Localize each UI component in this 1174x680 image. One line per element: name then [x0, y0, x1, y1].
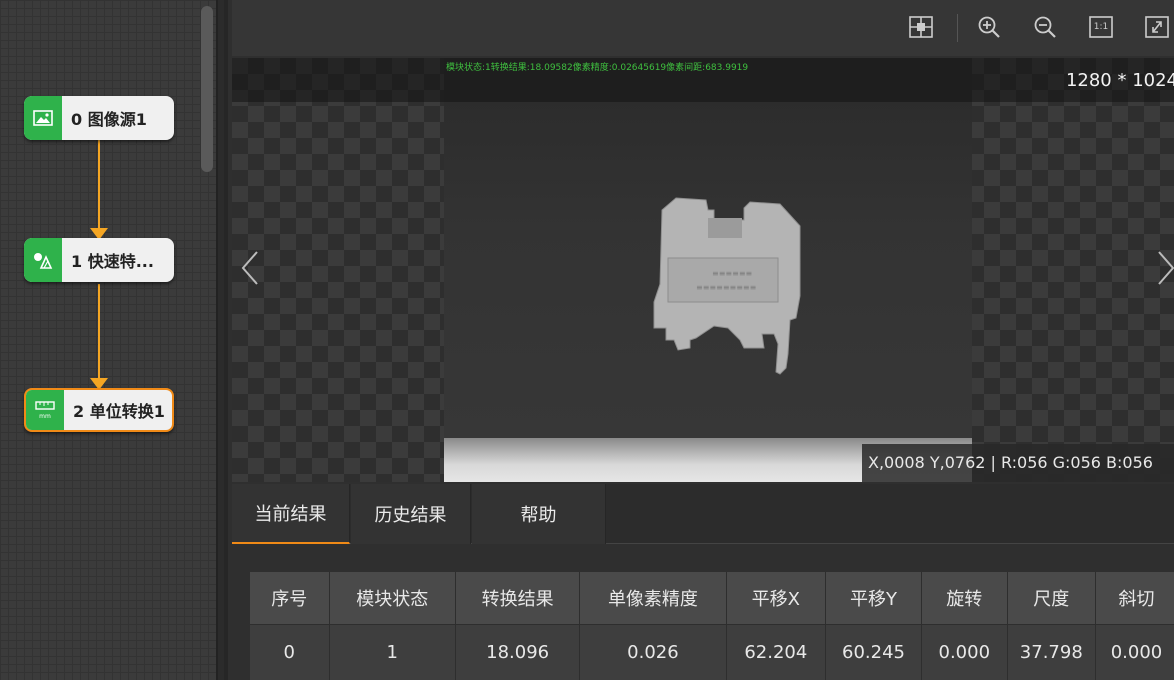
flow-connector: [98, 140, 100, 234]
overlay-status-text: 模块状态:1转换结果:18.09582像素精度:0.02645619像素间距:6…: [446, 63, 749, 73]
camera-image: ≡≡≡≡≡≡ ≡≡≡≡≡≡≡≡≡: [444, 58, 972, 482]
image-viewer[interactable]: ≡≡≡≡≡≡ ≡≡≡≡≡≡≡≡≡ 模块状态:1转换结果:18.09582像素精度…: [232, 58, 1174, 482]
image-source-icon: [24, 96, 62, 140]
column-header: 斜切: [1095, 572, 1174, 624]
tab-current-results[interactable]: 当前结果: [232, 484, 350, 544]
table-cell: 0.000: [1095, 623, 1174, 680]
flow-node-unit-convert[interactable]: mm 2 单位转换1: [24, 388, 174, 432]
prev-image-arrow-icon[interactable]: [238, 248, 262, 288]
pixel-info-readout: X,0008 Y,0762 | R:056 G:056 B:056: [862, 444, 1174, 482]
column-header: 单像素精度: [579, 572, 727, 624]
flow-connector: [98, 284, 100, 380]
table-cell: 0.026: [579, 623, 727, 680]
table-cell: 0: [250, 623, 330, 680]
table-cell: 0.000: [921, 623, 1008, 680]
table-cell: 18.096: [455, 623, 581, 680]
next-image-arrow-icon[interactable]: [1154, 248, 1174, 288]
table-cell: 62.204: [726, 623, 827, 680]
app-root: 0 图像源1 1 快速特... mm 2 单位转换1 1:1 ≡≡≡≡≡≡ ≡≡…: [0, 0, 1174, 680]
flow-scrollbar[interactable]: [201, 6, 213, 172]
toolbar-separator: [957, 14, 958, 42]
table-cell: 37.798: [1007, 623, 1096, 680]
zoom-out-icon[interactable]: [1032, 14, 1058, 40]
unit-convert-icon: mm: [26, 390, 64, 430]
column-header: 转换结果: [455, 572, 581, 624]
actual-size-icon[interactable]: 1:1: [1088, 14, 1114, 40]
zoom-in-icon[interactable]: [976, 14, 1002, 40]
main-panel: 1:1 ≡≡≡≡≡≡ ≡≡≡≡≡≡≡≡≡ 模块状态:1转换结果:18.09582…: [224, 0, 1174, 680]
table-header-row: 序号 模块状态 转换结果 单像素精度 平移X 平移Y 旋转 尺度 斜切: [250, 572, 1174, 624]
flow-node-label: 1 快速特...: [71, 252, 154, 271]
column-header: 平移Y: [825, 572, 922, 624]
table-cell: 1: [329, 623, 456, 680]
svg-text:≡≡≡≡≡≡≡≡≡: ≡≡≡≡≡≡≡≡≡: [696, 283, 756, 292]
fullscreen-icon[interactable]: [1144, 14, 1170, 40]
column-header: 平移X: [726, 572, 827, 624]
image-toolbar: 1:1: [232, 0, 1174, 56]
flow-node-image-source[interactable]: 0 图像源1: [24, 96, 174, 140]
tab-help[interactable]: 帮助: [472, 484, 606, 544]
column-header: 旋转: [921, 572, 1008, 624]
table-cell: 60.245: [825, 623, 922, 680]
flow-node-label: 2 单位转换1: [73, 402, 165, 421]
svg-text:≡≡≡≡≡≡: ≡≡≡≡≡≡: [712, 269, 752, 278]
actual-size-label: 1:1: [1093, 22, 1109, 32]
column-header: 尺度: [1007, 572, 1096, 624]
crosshair-grid-icon[interactable]: [908, 14, 934, 40]
results-table: 序号 模块状态 转换结果 单像素精度 平移X 平移Y 旋转 尺度 斜切 0 1: [250, 572, 1174, 680]
feature-match-icon: [24, 238, 62, 282]
flow-node-feature-match[interactable]: 1 快速特...: [24, 238, 174, 282]
image-resolution: 1280 * 1024: [1065, 70, 1174, 91]
column-header: 模块状态: [329, 572, 456, 624]
terminal-block-shape: ≡≡≡≡≡≡ ≡≡≡≡≡≡≡≡≡: [653, 197, 801, 375]
tab-history-results[interactable]: 历史结果: [351, 484, 471, 544]
column-header: 序号: [250, 572, 330, 624]
flow-node-label: 0 图像源1: [71, 110, 147, 129]
result-tabs: 当前结果 历史结果 帮助: [232, 484, 1174, 544]
svg-text:mm: mm: [39, 413, 51, 420]
flow-canvas[interactable]: 0 图像源1 1 快速特... mm 2 单位转换1: [0, 0, 218, 680]
table-row[interactable]: 0 1 18.096 0.026 62.204 60.245 0.000 37.…: [250, 623, 1174, 680]
